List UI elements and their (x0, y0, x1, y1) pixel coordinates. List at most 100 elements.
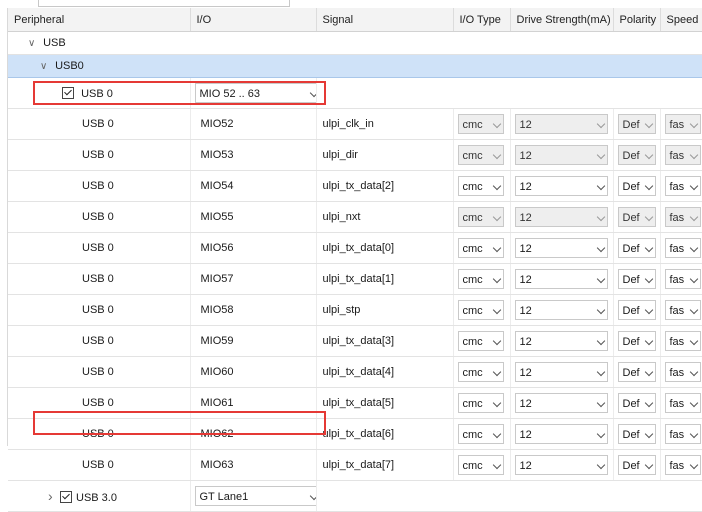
peripheral-label: USB 0 (82, 366, 114, 378)
io-type-select[interactable]: cmc (457, 238, 504, 258)
polarity-select-value: Def (622, 336, 640, 348)
group-row-usb0[interactable]: ∨ USB0 (8, 54, 702, 78)
io-type-select[interactable]: cmc (457, 207, 504, 227)
usb0-io-select[interactable]: MIO 52 .. 63 (194, 83, 315, 103)
io-type-select[interactable]: cmc (457, 176, 504, 196)
drive-strength-cell: 12 (510, 418, 614, 450)
io-label: MIO52 (200, 118, 234, 130)
usb0-enable-checkbox[interactable] (62, 86, 74, 99)
usb3-row[interactable]: › USB 3.0 GT Lane1 (8, 480, 702, 512)
chevron-down-icon (492, 274, 501, 284)
col-header-polarity[interactable]: Polarity (613, 8, 661, 32)
chevron-down-icon (689, 429, 698, 439)
chevron-down-icon (596, 305, 605, 315)
group-label-usb0: USB0 (55, 60, 84, 72)
drive-strength-select[interactable]: 12 (514, 269, 608, 289)
chevron-down-icon (596, 429, 605, 439)
io-type-select-value: cmc (462, 243, 483, 255)
io-type-select[interactable]: cmc (457, 424, 504, 444)
drive-strength-cell: 12 (510, 449, 614, 481)
io-type-select-value: cmc (462, 460, 483, 472)
speed-select[interactable]: fas (664, 393, 701, 413)
signal-label: ulpi_tx_data[2] (322, 180, 395, 192)
polarity-select[interactable]: Def (617, 455, 656, 475)
chevron-down-icon[interactable]: ∨ (28, 38, 40, 49)
polarity-cell: Def (613, 139, 661, 171)
speed-select[interactable]: fas (664, 269, 701, 289)
io-cell: MIO56 (190, 232, 317, 264)
io-type-select[interactable]: cmc (457, 145, 504, 165)
peripheral-label: USB 0 (82, 118, 114, 130)
io-type-select[interactable]: cmc (457, 393, 504, 413)
io-configuration-table: Peripheral I/O Signal I/O Type Drive Str… (8, 8, 702, 512)
io-type-select[interactable]: cmc (457, 114, 504, 134)
io-type-select[interactable]: cmc (457, 269, 504, 289)
drive-strength-select-value: 12 (519, 367, 532, 379)
col-header-signal[interactable]: Signal (316, 8, 454, 32)
drive-strength-select[interactable]: 12 (514, 238, 608, 258)
speed-select[interactable]: fas (664, 362, 701, 382)
drive-strength-select[interactable]: 12 (514, 424, 608, 444)
col-header-speed[interactable]: Speed (660, 8, 702, 32)
polarity-select[interactable]: Def (617, 176, 656, 196)
io-cell: MIO54 (190, 170, 317, 202)
table-row: USB 0 MIO58 ulpi_stp cmc 12 Def fas (8, 294, 702, 326)
speed-select[interactable]: fas (664, 238, 701, 258)
chevron-right-icon[interactable]: › (48, 488, 60, 504)
speed-select[interactable]: fas (664, 176, 701, 196)
speed-select-value: fas (669, 212, 685, 224)
io-type-select[interactable]: cmc (457, 331, 504, 351)
chevron-down-icon (689, 243, 698, 253)
usb3-io-select[interactable]: GT Lane1 (194, 486, 315, 506)
chevron-down-icon (644, 398, 653, 408)
polarity-select[interactable]: Def (617, 300, 656, 320)
polarity-select-value: Def (622, 150, 640, 162)
speed-select-value: fas (669, 305, 685, 317)
polarity-select[interactable]: Def (617, 393, 656, 413)
peripheral-label: USB 0 (82, 397, 114, 409)
drive-strength-select[interactable]: 12 (514, 207, 608, 227)
polarity-select[interactable]: Def (617, 362, 656, 382)
polarity-select[interactable]: Def (617, 114, 656, 134)
drive-strength-select[interactable]: 12 (514, 331, 608, 351)
drive-strength-select[interactable]: 12 (514, 114, 608, 134)
col-header-peripheral[interactable]: Peripheral (8, 8, 191, 32)
drive-strength-select[interactable]: 12 (514, 300, 608, 320)
speed-select[interactable]: fas (664, 455, 701, 475)
polarity-select[interactable]: Def (617, 238, 656, 258)
polarity-select[interactable]: Def (617, 331, 656, 351)
speed-select[interactable]: fas (664, 114, 701, 134)
speed-select[interactable]: fas (664, 300, 701, 320)
speed-select-value: fas (669, 367, 685, 379)
signal-cell: ulpi_dir (316, 139, 454, 171)
io-type-select[interactable]: cmc (457, 455, 504, 475)
speed-select[interactable]: fas (664, 331, 701, 351)
chevron-down-icon[interactable]: ∨ (40, 61, 52, 72)
usb3-label: USB 3.0 (76, 492, 117, 504)
usb3-enable-checkbox[interactable] (60, 491, 72, 503)
io-type-select[interactable]: cmc (457, 300, 504, 320)
speed-cell: fas (660, 356, 702, 388)
polarity-select[interactable]: Def (617, 207, 656, 227)
io-type-select[interactable]: cmc (457, 362, 504, 382)
table-row: USB 0 MIO54 ulpi_tx_data[2] cmc 12 Def fas (8, 170, 702, 202)
signal-cell: ulpi_tx_data[4] (316, 356, 454, 388)
col-header-drive-strength[interactable]: Drive Strength(mA) (510, 8, 614, 32)
drive-strength-select[interactable]: 12 (514, 393, 608, 413)
col-header-io-type[interactable]: I/O Type (453, 8, 511, 32)
polarity-select[interactable]: Def (617, 145, 656, 165)
drive-strength-select[interactable]: 12 (514, 362, 608, 382)
drive-strength-select[interactable]: 12 (514, 176, 608, 196)
search-box-remnant[interactable] (38, 0, 290, 7)
col-header-io[interactable]: I/O (190, 8, 317, 32)
polarity-select[interactable]: Def (617, 424, 656, 444)
polarity-select[interactable]: Def (617, 269, 656, 289)
drive-strength-select[interactable]: 12 (514, 145, 608, 165)
speed-select[interactable]: fas (664, 145, 701, 165)
speed-select[interactable]: fas (664, 207, 701, 227)
group-row-usb[interactable]: ∨ USB (8, 31, 702, 55)
speed-select[interactable]: fas (664, 424, 701, 444)
usb0-controller-row[interactable]: USB 0 MIO 52 .. 63 (8, 77, 702, 109)
drive-strength-select[interactable]: 12 (514, 455, 608, 475)
drive-strength-cell: 12 (510, 201, 614, 233)
